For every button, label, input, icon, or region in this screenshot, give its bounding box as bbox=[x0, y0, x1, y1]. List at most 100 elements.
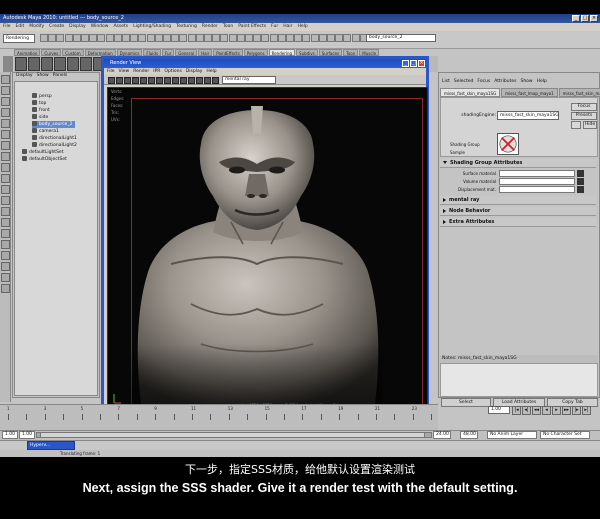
maximize-button[interactable]: □ bbox=[581, 15, 589, 22]
play-forward-button[interactable]: ▸ bbox=[552, 406, 561, 415]
play-backward-button[interactable]: ◂ bbox=[542, 406, 551, 415]
status-tool-icon[interactable] bbox=[64, 34, 73, 42]
menu-item-5[interactable]: Window bbox=[91, 23, 109, 31]
range-slider-handle[interactable] bbox=[40, 432, 425, 438]
shelf-tab-3[interactable]: Deformation bbox=[84, 49, 116, 56]
outliner-item[interactable]: body_source_2 bbox=[32, 121, 76, 128]
shelf-tool-icon[interactable] bbox=[15, 57, 27, 71]
rv-menu-4[interactable]: Options bbox=[164, 68, 181, 75]
rv-menu-2[interactable]: Render bbox=[133, 68, 149, 75]
status-tool-icon[interactable] bbox=[277, 34, 286, 42]
status-tool-icon[interactable] bbox=[294, 34, 303, 42]
toolbox-tool-icon[interactable] bbox=[1, 75, 10, 84]
toolbox-tool-icon[interactable] bbox=[1, 97, 10, 106]
toolbox-tool-icon[interactable] bbox=[1, 196, 10, 205]
status-tool-icon[interactable] bbox=[253, 34, 262, 42]
status-tool-icon[interactable] bbox=[48, 34, 57, 42]
rv-menu-3[interactable]: IPR bbox=[153, 68, 160, 75]
toolbox-tool-icon[interactable] bbox=[1, 108, 10, 117]
toolbox-tool-icon[interactable] bbox=[1, 229, 10, 238]
menu-item-11[interactable]: Paint Effects bbox=[238, 23, 266, 31]
map-button-icon[interactable] bbox=[577, 178, 584, 185]
status-tool-icon[interactable] bbox=[318, 34, 327, 42]
shelf-tab-12[interactable]: Subdivs bbox=[296, 49, 318, 56]
outliner-menu-2[interactable]: Panels bbox=[53, 72, 67, 80]
toolbox-tool-icon[interactable] bbox=[1, 141, 10, 150]
toolbox-tool-icon[interactable] bbox=[1, 240, 10, 249]
step-back-button[interactable]: ◂| bbox=[522, 406, 531, 415]
quick-selection-field[interactable]: body_source_2 bbox=[366, 34, 436, 42]
status-tool-icon[interactable] bbox=[335, 34, 344, 42]
status-tool-icon[interactable] bbox=[122, 34, 130, 42]
ae-tab-1[interactable]: misss_fast_lmap_maya1 bbox=[501, 88, 558, 97]
status-tool-icon[interactable] bbox=[81, 34, 89, 42]
section-shading-group-attributes[interactable]: Shading Group Attributes bbox=[440, 159, 596, 168]
status-tool-icon[interactable] bbox=[113, 34, 122, 42]
menu-set-select[interactable]: Rendering bbox=[3, 34, 35, 43]
shelf-tab-6[interactable]: Fur bbox=[162, 49, 175, 56]
copy-tab-icon[interactable] bbox=[571, 121, 581, 129]
status-tool-icon[interactable] bbox=[343, 34, 352, 42]
menu-item-14[interactable]: Help bbox=[297, 23, 307, 31]
status-tool-icon[interactable] bbox=[310, 34, 319, 42]
outliner-item[interactable]: top bbox=[32, 100, 46, 107]
toolbox-tool-icon[interactable] bbox=[1, 273, 10, 282]
render-tool-icon[interactable] bbox=[212, 77, 219, 84]
outliner-menu-1[interactable]: Show bbox=[37, 72, 49, 80]
status-tool-icon[interactable] bbox=[351, 34, 360, 42]
toolbox-tool-icon[interactable] bbox=[1, 163, 10, 172]
shelf-tool-icon[interactable] bbox=[80, 57, 92, 71]
toolbox-tool-icon[interactable] bbox=[1, 207, 10, 216]
menu-item-12[interactable]: Fur bbox=[271, 23, 278, 31]
status-tool-icon[interactable] bbox=[179, 34, 188, 42]
close-button[interactable]: × bbox=[590, 15, 598, 22]
toolbox-tool-icon[interactable] bbox=[1, 284, 10, 293]
range-start-field[interactable]: 1.00 bbox=[2, 431, 18, 439]
shelf-tab-14[interactable]: Toon bbox=[343, 49, 359, 56]
render-tool-icon[interactable] bbox=[164, 77, 171, 84]
ae-menu-1[interactable]: Selected bbox=[454, 78, 474, 86]
render-tool-icon[interactable] bbox=[140, 77, 147, 84]
status-tool-icon[interactable] bbox=[245, 34, 253, 42]
section-mental-ray[interactable]: mental ray bbox=[440, 196, 596, 205]
outliner-item[interactable]: camera1 bbox=[32, 128, 59, 135]
render-tool-icon[interactable] bbox=[108, 77, 115, 84]
ae-menu-0[interactable]: List bbox=[442, 78, 450, 86]
rv-minimize-button[interactable]: _ bbox=[402, 60, 409, 67]
toolbox-tool-icon[interactable] bbox=[1, 185, 10, 194]
go-to-start-button[interactable]: |◂ bbox=[512, 406, 521, 415]
render-tool-icon[interactable] bbox=[156, 77, 163, 84]
outliner-item[interactable]: persp bbox=[32, 93, 52, 100]
menu-item-0[interactable]: File bbox=[3, 23, 11, 31]
status-tool-icon[interactable] bbox=[105, 34, 114, 42]
menu-item-6[interactable]: Assets bbox=[113, 23, 128, 31]
outliner-item[interactable]: defaultObjectSet bbox=[22, 156, 67, 163]
menu-item-8[interactable]: Texturing bbox=[176, 23, 197, 31]
shelf-tool-icon[interactable] bbox=[41, 57, 53, 71]
status-tool-icon[interactable] bbox=[236, 34, 245, 42]
shelf-tool-icon[interactable] bbox=[54, 57, 66, 71]
shelf-tool-icon[interactable] bbox=[28, 57, 40, 71]
menu-item-9[interactable]: Render bbox=[202, 23, 218, 31]
menu-item-2[interactable]: Modify bbox=[29, 23, 44, 31]
render-tool-icon[interactable] bbox=[188, 77, 195, 84]
menu-item-10[interactable]: Toon bbox=[223, 23, 233, 31]
map-button-icon[interactable] bbox=[577, 186, 584, 193]
status-tool-icon[interactable] bbox=[204, 34, 212, 42]
status-tool-icon[interactable] bbox=[327, 34, 335, 42]
shelf-tab-4[interactable]: Dynamics bbox=[116, 49, 143, 56]
attr-field[interactable] bbox=[499, 170, 575, 177]
attr-field[interactable] bbox=[499, 186, 575, 193]
status-tool-icon[interactable] bbox=[138, 34, 147, 42]
minimize-button[interactable]: _ bbox=[572, 15, 580, 22]
render-tool-icon[interactable] bbox=[148, 77, 155, 84]
status-tool-icon[interactable] bbox=[154, 34, 163, 42]
rv-close-button[interactable]: × bbox=[418, 60, 425, 67]
status-tool-icon[interactable] bbox=[130, 34, 139, 42]
render-tool-icon[interactable] bbox=[124, 77, 131, 84]
section-node-behavior[interactable]: Node Behavior bbox=[440, 207, 596, 216]
status-tool-icon[interactable] bbox=[187, 34, 196, 42]
toolbox-tool-icon[interactable] bbox=[1, 86, 10, 95]
section-extra-attributes[interactable]: Extra Attributes bbox=[440, 218, 596, 227]
shelf-tab-9[interactable]: PaintEffects bbox=[213, 49, 243, 56]
